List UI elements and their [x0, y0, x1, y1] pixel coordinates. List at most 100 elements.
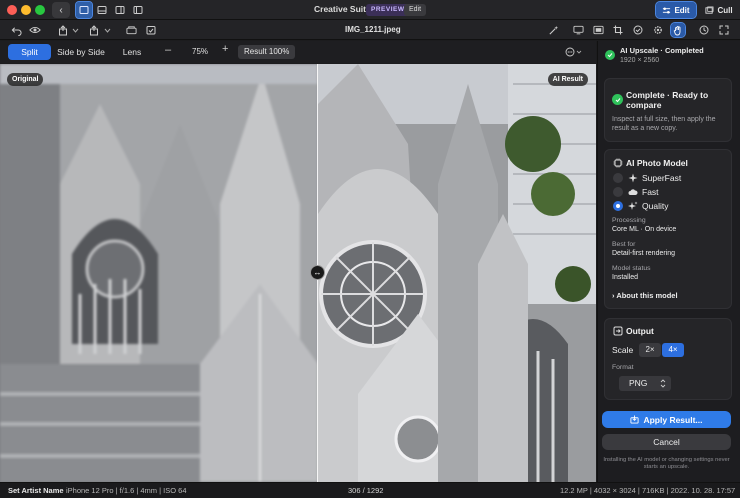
export-menu-button[interactable]: [87, 23, 101, 37]
history-icon: [699, 25, 709, 35]
original-label: Original: [7, 73, 44, 86]
job-status: AI Upscale · Completed 1920 × 2560: [600, 43, 736, 67]
model-heading: AI Photo Model: [626, 158, 688, 168]
apply-result-label: Apply Result...: [643, 414, 703, 425]
image-canvas[interactable]: ↔ Original AI Result: [0, 64, 596, 482]
apply-result-button[interactable]: Apply Result...: [602, 411, 731, 428]
chevron-updown-icon: [660, 379, 666, 388]
output-icon: [613, 326, 623, 336]
fullscreen-button[interactable]: [717, 23, 731, 37]
expand-icon: [719, 25, 729, 35]
model-fast-radio[interactable]: [613, 187, 623, 197]
split-handle[interactable]: ↔: [310, 265, 325, 280]
close-window-button[interactable]: [7, 5, 17, 15]
file-name: IMG_1211.jpeg: [345, 25, 401, 34]
pan-tool-button[interactable]: [670, 22, 686, 38]
more-icon: [565, 47, 582, 57]
edit-chip[interactable]: Edit: [404, 4, 427, 16]
set-artist-name-button[interactable]: Set Artist Name: [8, 486, 64, 495]
save-copy-icon: [630, 415, 640, 424]
image-position-counter[interactable]: 306 / 1292: [348, 486, 383, 495]
chevron-down-icon: [72, 28, 78, 33]
calendar-check-icon: [146, 26, 156, 35]
view-switcher: [75, 1, 146, 19]
format-select[interactable]: PNG: [619, 376, 671, 391]
cull-mode-button[interactable]: Cull: [700, 2, 738, 18]
monitor-icon: [572, 25, 584, 35]
complete-description: Inspect at full size, then apply the res…: [612, 116, 716, 132]
panel-view-button[interactable]: [112, 2, 128, 18]
job-title: AI Upscale · Completed: [620, 46, 704, 55]
ai-result-image: [318, 64, 596, 482]
best-for-value: Detail-first rendering: [612, 250, 676, 257]
single-view-icon: [79, 6, 89, 14]
zoom-out-button[interactable]: –: [165, 44, 171, 56]
cancel-button[interactable]: Cancel: [602, 434, 731, 450]
about-model-label: About this model: [616, 291, 678, 300]
gear-icon: [654, 26, 662, 34]
minimize-window-button[interactable]: [21, 5, 31, 15]
split-mode-tab[interactable]: Split: [8, 44, 51, 60]
model-superfast-radio[interactable]: [613, 173, 623, 183]
scale-4x-button[interactable]: 4×: [662, 343, 684, 357]
zoom-window-button[interactable]: [35, 5, 45, 15]
zoom-in-button[interactable]: +: [222, 43, 228, 55]
filmstrip-view-button[interactable]: [94, 2, 110, 18]
crop-button[interactable]: [611, 23, 625, 37]
sparkles-icon: [628, 201, 638, 210]
job-dimensions: 1920 × 2560: [620, 57, 660, 64]
output-heading: Output: [626, 326, 654, 336]
model-fast-label[interactable]: Fast: [642, 187, 659, 197]
magic-wand-icon: [548, 25, 558, 35]
library-button[interactable]: [124, 23, 138, 37]
ai-model-card: AI Photo Model SuperFast Fast Quality Pr…: [604, 149, 732, 309]
sliders-icon: [663, 6, 671, 14]
check-circle-icon: [633, 25, 643, 35]
settings-button[interactable]: [651, 23, 665, 37]
main-toolbar: IMG_1211.jpeg: [0, 20, 740, 40]
more-options-button[interactable]: [564, 45, 584, 59]
magic-wand-button[interactable]: [546, 23, 560, 37]
model-quality-radio[interactable]: [613, 201, 623, 211]
compare-bar: Split Side by Side Lens – 75% + Result 1…: [0, 41, 596, 63]
format-label: Format: [612, 364, 634, 371]
window-title: Creative Suite: [314, 4, 371, 14]
panel-icon: [592, 25, 604, 35]
single-view-button[interactable]: [75, 1, 93, 19]
title-bar: ‹ Creative Suite PREVIEW Edit Edit Cull: [0, 0, 740, 20]
grid-view-button[interactable]: [130, 2, 146, 18]
undo-button[interactable]: [9, 23, 23, 37]
model-status-value: Installed: [612, 274, 639, 281]
best-for-label: Best for: [612, 241, 636, 248]
share-dropdown[interactable]: [68, 23, 82, 37]
camera-metadata: iPhone 12 Pro | f/1.6 | 4mm | ISO 64: [66, 486, 187, 495]
model-quality-label[interactable]: Quality: [642, 201, 668, 211]
adjust-panel-button[interactable]: [591, 23, 605, 37]
model-superfast-label[interactable]: SuperFast: [642, 173, 681, 183]
edit-mode-button[interactable]: Edit: [655, 1, 697, 19]
check-circle-icon: [605, 50, 615, 60]
display-button[interactable]: [571, 23, 585, 37]
image-details: 12.2 MP | 4032 × 3024 | 716KB | 2022. 10…: [560, 486, 736, 495]
check-circle-icon: [612, 94, 623, 105]
processing-label: Processing: [612, 217, 646, 224]
share-icon: [59, 24, 67, 35]
edit-mode-label: Edit: [674, 5, 690, 15]
back-button[interactable]: ‹: [52, 2, 70, 18]
lens-mode-tab[interactable]: Lens: [112, 44, 152, 60]
grid-view-icon: [133, 6, 143, 14]
about-model-link[interactable]: › About this model: [612, 291, 678, 300]
zoom-level: 75%: [192, 47, 209, 56]
export-dropdown[interactable]: [100, 23, 114, 37]
side-by-side-mode-tab[interactable]: Side by Side: [52, 44, 110, 60]
undo-icon: [11, 26, 22, 36]
history-button[interactable]: [697, 23, 711, 37]
visibility-button[interactable]: [28, 23, 42, 37]
retouch-button[interactable]: [631, 23, 645, 37]
calendar-button[interactable]: [144, 23, 158, 37]
result-zoom-button[interactable]: Result 100%: [238, 45, 296, 59]
cull-mode-label: Cull: [717, 5, 733, 15]
scale-2x-button[interactable]: 2×: [639, 343, 661, 357]
cloud-icon: [628, 189, 638, 195]
sparkle-icon: [628, 173, 638, 183]
